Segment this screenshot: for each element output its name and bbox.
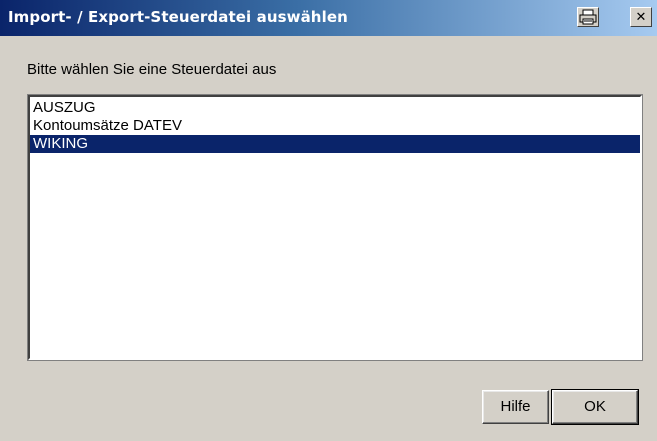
help-button[interactable]: Hilfe bbox=[482, 390, 549, 424]
control-file-listbox[interactable]: AUSZUG Kontoumsätze DATEV WIKING bbox=[27, 94, 643, 361]
close-icon: ✕ bbox=[635, 9, 647, 25]
dialog-window: Import- / Export-Steuerdatei auswählen ✕… bbox=[0, 0, 657, 441]
list-item-wiking[interactable]: WIKING bbox=[30, 135, 640, 153]
close-button[interactable]: ✕ bbox=[630, 7, 652, 27]
instruction-label: Bitte wählen Sie eine Steuerdatei aus bbox=[27, 61, 277, 78]
printer-icon bbox=[579, 9, 597, 25]
list-item-auszug[interactable]: AUSZUG bbox=[30, 99, 640, 117]
print-button[interactable] bbox=[577, 7, 599, 27]
ok-button[interactable]: OK bbox=[551, 389, 639, 425]
window-title: Import- / Export-Steuerdatei auswählen bbox=[8, 8, 348, 26]
title-bar[interactable]: Import- / Export-Steuerdatei auswählen ✕ bbox=[0, 0, 657, 36]
list-item-kontoumsaetze-datev[interactable]: Kontoumsätze DATEV bbox=[30, 117, 640, 135]
